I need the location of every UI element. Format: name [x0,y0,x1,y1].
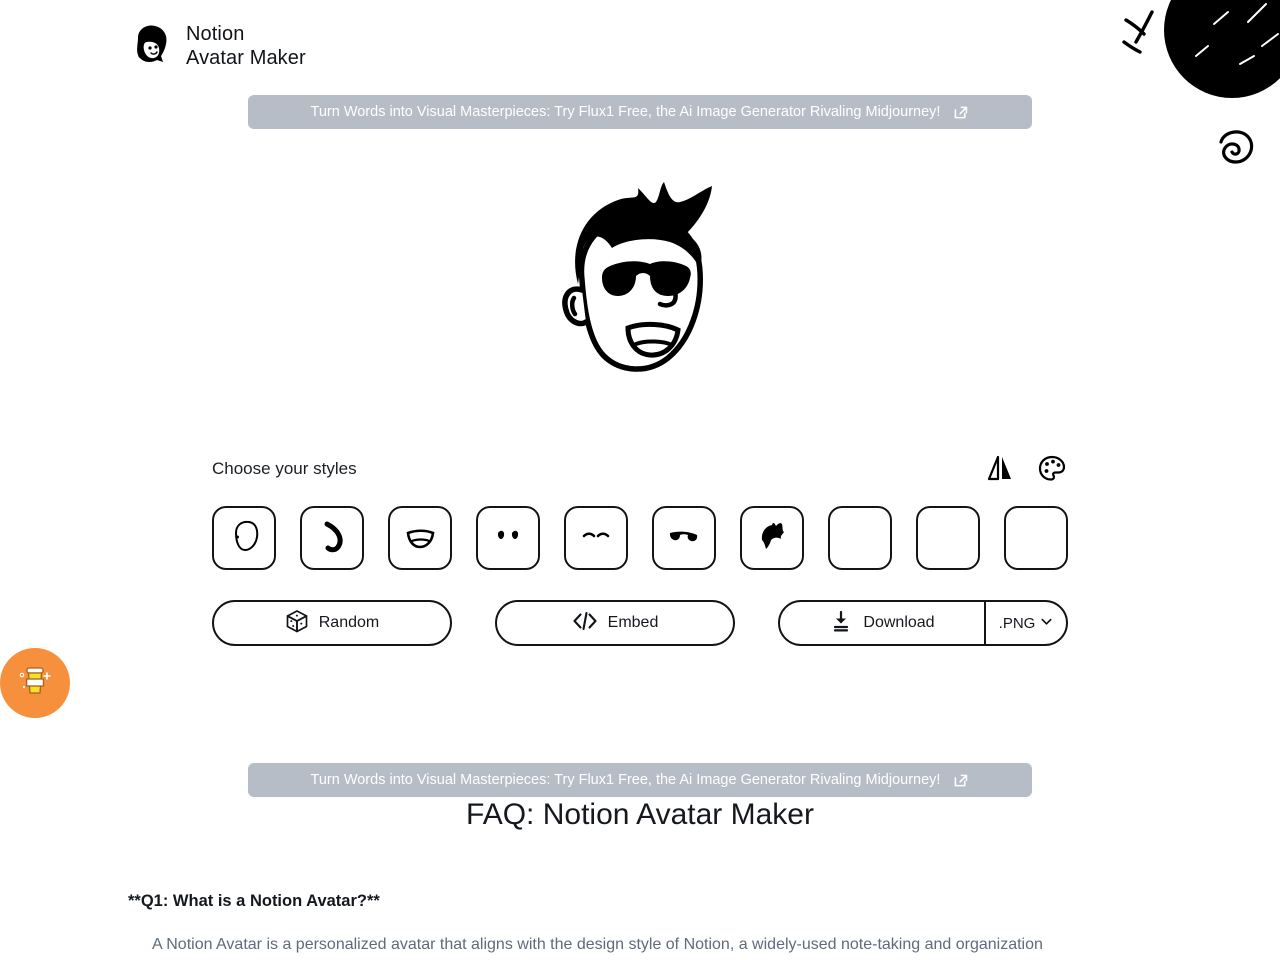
buy-me-a-coffee-button[interactable] [0,648,70,718]
faq-question-1: **Q1: What is a Notion Avatar?** [128,892,380,910]
style-thumb-eyes[interactable] [476,506,540,570]
dashes-doodle-icon [1122,8,1168,69]
promo-banner-top[interactable]: Turn Words into Visual Masterpieces: Try… [248,95,1032,129]
download-format-select[interactable]: .PNG [986,602,1066,644]
download-icon [829,609,853,638]
style-thumb-hair[interactable] [740,506,804,570]
download-button-label: Download [863,614,935,631]
random-button-label: Random [318,614,380,631]
notion-avatar-logo-icon [130,22,174,70]
face-outline-icon [224,516,264,561]
palette-button[interactable] [1036,453,1068,485]
style-thumb-face-shape[interactable] [212,506,276,570]
app-header[interactable]: Notion Avatar Maker [130,22,306,71]
palette-icon [1038,454,1066,485]
random-button[interactable]: Random [212,600,452,646]
eyebrows-thin-icon [576,516,616,561]
embed-button[interactable]: Embed [495,600,735,646]
sunglasses-icon [664,516,704,561]
avatar-preview[interactable] [0,172,1280,397]
app-title-line1: Notion [186,23,245,45]
style-thumb-beard[interactable] [828,506,892,570]
faq-answer-1: A Notion Avatar is a personalized avatar… [152,936,1043,953]
style-thumb-eyebrows[interactable] [564,506,628,570]
download-group: Download .PNG [778,600,1068,646]
avatar-image [562,182,712,372]
coffee-cup-icon [14,660,56,707]
styles-tools [984,453,1068,485]
app-title: Notion Avatar Maker [186,22,306,71]
style-thumb-mouth[interactable] [388,506,452,570]
faq-body: **Q1: What is a Notion Avatar?** A Notio… [128,892,1152,958]
app-title-line2: Avatar Maker [186,47,306,70]
faq-title: FAQ: Notion Avatar Maker [466,798,814,831]
download-format-value: .PNG [998,614,1036,632]
spiral-doodle-icon [1212,124,1258,175]
style-thumb-nose[interactable] [300,506,364,570]
styles-header: Choose your styles [212,452,1068,486]
external-link-icon [952,772,969,789]
blob-doodle-icon [1162,0,1280,105]
chevron-down-icon [1040,615,1053,632]
action-bar: Random Embed Download .PNG [212,600,1068,646]
style-thumb-accessories[interactable] [916,506,980,570]
flip-horizontal-icon [987,454,1013,485]
dice-icon [285,609,309,638]
promo-banner-bottom[interactable]: Turn Words into Visual Masterpieces: Try… [248,763,1032,797]
mouth-smile-icon [400,516,440,561]
style-thumb-glasses[interactable] [652,506,716,570]
download-button[interactable]: Download [780,602,986,644]
promo-banner-text: Turn Words into Visual Masterpieces: Try… [310,772,941,788]
nose-curve-icon [312,516,352,561]
style-thumbnail-row [212,506,1068,570]
promo-banner-text: Turn Words into Visual Masterpieces: Try… [310,104,941,120]
styles-title: Choose your styles [212,459,357,478]
embed-button-label: Embed [607,614,659,631]
app-root: Notion Avatar Maker Turn Words into Visu… [0,0,1280,960]
external-link-icon [952,104,969,121]
hair-spiky-icon [752,516,792,561]
flip-horizontal-button[interactable] [984,453,1016,485]
style-thumb-details[interactable] [1004,506,1068,570]
eyes-round-icon [488,516,528,561]
styles-panel: Choose your styles [212,452,1068,570]
code-icon [572,610,598,637]
